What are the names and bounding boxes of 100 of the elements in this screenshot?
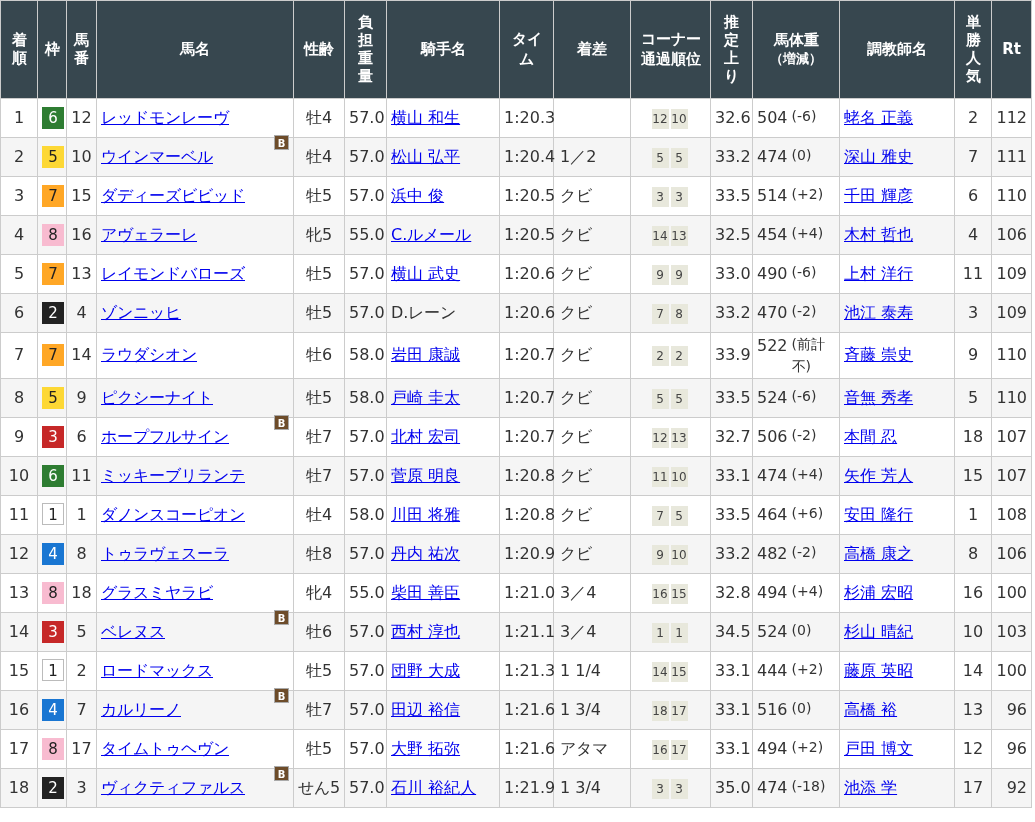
margin: 3／4 <box>553 612 631 652</box>
finish-position: 6 <box>0 293 38 333</box>
frame-number: 4 <box>42 698 64 721</box>
last-3f-time: 33.2 <box>710 293 753 333</box>
sex-age: 牡5 <box>293 651 345 691</box>
rating: 92 <box>991 768 1032 808</box>
horse-number: 14 <box>66 332 97 379</box>
corner-position: 3 <box>670 187 688 207</box>
corner-position: 3 <box>651 778 669 799</box>
body-weight: 464 <box>757 504 788 526</box>
finish-position: 9 <box>0 417 38 457</box>
corner-position: 5 <box>651 388 669 409</box>
finish-time: 1:21.6 <box>499 729 554 769</box>
corner-position: 5 <box>670 148 688 168</box>
carried-weight: 57.0 <box>344 534 387 574</box>
horse-name-link[interactable]: カルリーノ <box>101 699 181 719</box>
corner-position: 10 <box>670 466 688 487</box>
frame-number: 4 <box>42 542 64 565</box>
carried-weight: 57.0 <box>344 768 387 808</box>
carried-weight: 57.0 <box>344 417 387 457</box>
rating: 107 <box>991 456 1032 496</box>
horse-name-link[interactable]: ベレヌス <box>101 621 165 641</box>
horse-number: 2 <box>66 651 97 691</box>
column-header: 馬名 <box>180 39 210 58</box>
margin: アタマ <box>553 729 631 769</box>
finish-position: 3 <box>0 176 38 216</box>
sex-age: 牡5 <box>293 378 345 418</box>
weight-change: (+6) <box>791 504 824 523</box>
sex-age: 牡5 <box>293 254 345 294</box>
finish-time: 1:21.9 <box>499 768 554 808</box>
weight-change: (前計不) <box>791 335 826 377</box>
corner-position: 12 <box>651 109 669 129</box>
corner-position: 5 <box>670 505 688 526</box>
body-weight: 482 <box>757 543 788 565</box>
margin: クビ <box>553 293 631 333</box>
sex-age: 牡7 <box>293 456 345 496</box>
horse-name-link[interactable]: ゾンニッヒ <box>101 303 181 322</box>
corner-position: 5 <box>670 388 688 409</box>
weight-change: (+2) <box>791 185 824 205</box>
margin: クビ <box>553 495 631 535</box>
finish-time: 1:20.7 <box>499 332 554 379</box>
margin: 1 3/4 <box>553 768 631 808</box>
finish-position: 5 <box>0 254 38 294</box>
column-header: 着差 <box>577 39 607 58</box>
margin: クビ <box>553 176 631 216</box>
last-3f-time: 33.1 <box>710 729 753 769</box>
weight-change: (-2) <box>791 426 817 445</box>
win-popularity: 11 <box>954 254 992 294</box>
carried-weight: 58.0 <box>344 378 387 418</box>
frame-number: 7 <box>42 344 64 367</box>
body-weight: 506 <box>757 426 788 448</box>
body-weight: 494 <box>757 582 788 604</box>
weight-change: (-6) <box>791 387 817 406</box>
last-3f-time: 32.6 <box>710 98 753 138</box>
rating: 110 <box>991 332 1032 379</box>
weight-change: (-2) <box>791 302 817 322</box>
finish-time: 1:20.5 <box>499 215 554 255</box>
margin: クビ <box>553 332 631 379</box>
sex-age: 牝5 <box>293 215 345 255</box>
corner-position: 13 <box>670 226 688 246</box>
finish-time: 1:20.8 <box>499 456 554 496</box>
rating: 106 <box>991 215 1032 255</box>
finish-position: 4 <box>0 215 38 255</box>
corner-position: 8 <box>670 304 688 324</box>
body-weight: 444 <box>757 660 788 682</box>
rating: 112 <box>991 98 1032 138</box>
finish-time: 1:21.0 <box>499 573 554 613</box>
frame-number: 1 <box>42 502 64 525</box>
horse-name-link[interactable]: ウインマーベル <box>101 147 213 166</box>
win-popularity: 14 <box>954 651 992 691</box>
frame-number: 7 <box>42 263 64 285</box>
horse-name-link[interactable]: ヴィクティファルス <box>101 777 245 797</box>
frame-number: 8 <box>42 737 64 760</box>
win-popularity: 2 <box>954 98 992 138</box>
rating: 96 <box>991 729 1032 769</box>
margin: クビ <box>553 254 631 294</box>
rating: 96 <box>991 690 1032 730</box>
column-header: Rt <box>1002 39 1021 58</box>
rating: 100 <box>991 573 1032 613</box>
corner-position: 9 <box>651 544 669 565</box>
weight-change: (+4) <box>791 465 824 484</box>
carried-weight: 55.0 <box>344 215 387 255</box>
frame-number: 8 <box>42 224 64 246</box>
win-popularity: 18 <box>954 417 992 457</box>
rating: 108 <box>991 495 1032 535</box>
finish-time: 1:21.1 <box>499 612 554 652</box>
frame-number: 1 <box>42 658 64 681</box>
corner-position: 10 <box>670 109 688 129</box>
finish-time: 1:20.6 <box>499 293 554 333</box>
horse-name-link[interactable]: ホープフルサイン <box>101 426 229 446</box>
sex-age: せん5 <box>293 768 345 808</box>
rating: 109 <box>991 254 1032 294</box>
finish-time: 1:20.3 <box>499 98 554 138</box>
frame-number: 2 <box>42 776 64 799</box>
last-3f-time: 35.0 <box>710 768 753 808</box>
sex-age: 牡8 <box>293 534 345 574</box>
last-3f-time: 34.5 <box>710 612 753 652</box>
corner-position: 12 <box>651 427 669 448</box>
sex-age: 牡6 <box>293 612 345 652</box>
margin: 1 3/4 <box>553 690 631 730</box>
